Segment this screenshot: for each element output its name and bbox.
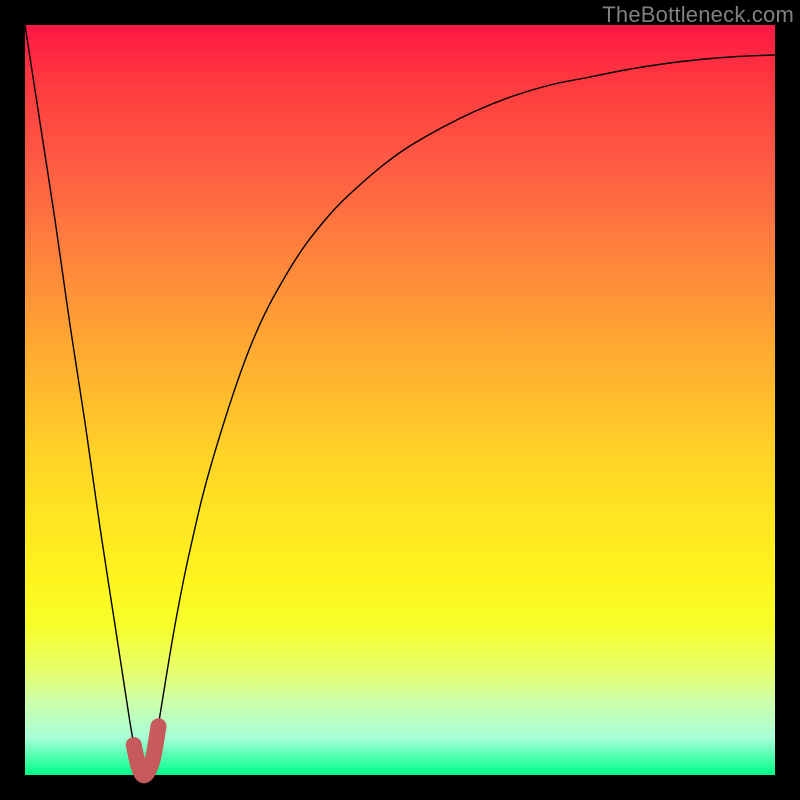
bottleneck-curve bbox=[25, 25, 775, 775]
curve-layer bbox=[25, 25, 775, 775]
chart-frame: TheBottleneck.com bbox=[0, 0, 800, 800]
optimum-highlight bbox=[134, 726, 159, 775]
plot-area bbox=[25, 25, 775, 775]
